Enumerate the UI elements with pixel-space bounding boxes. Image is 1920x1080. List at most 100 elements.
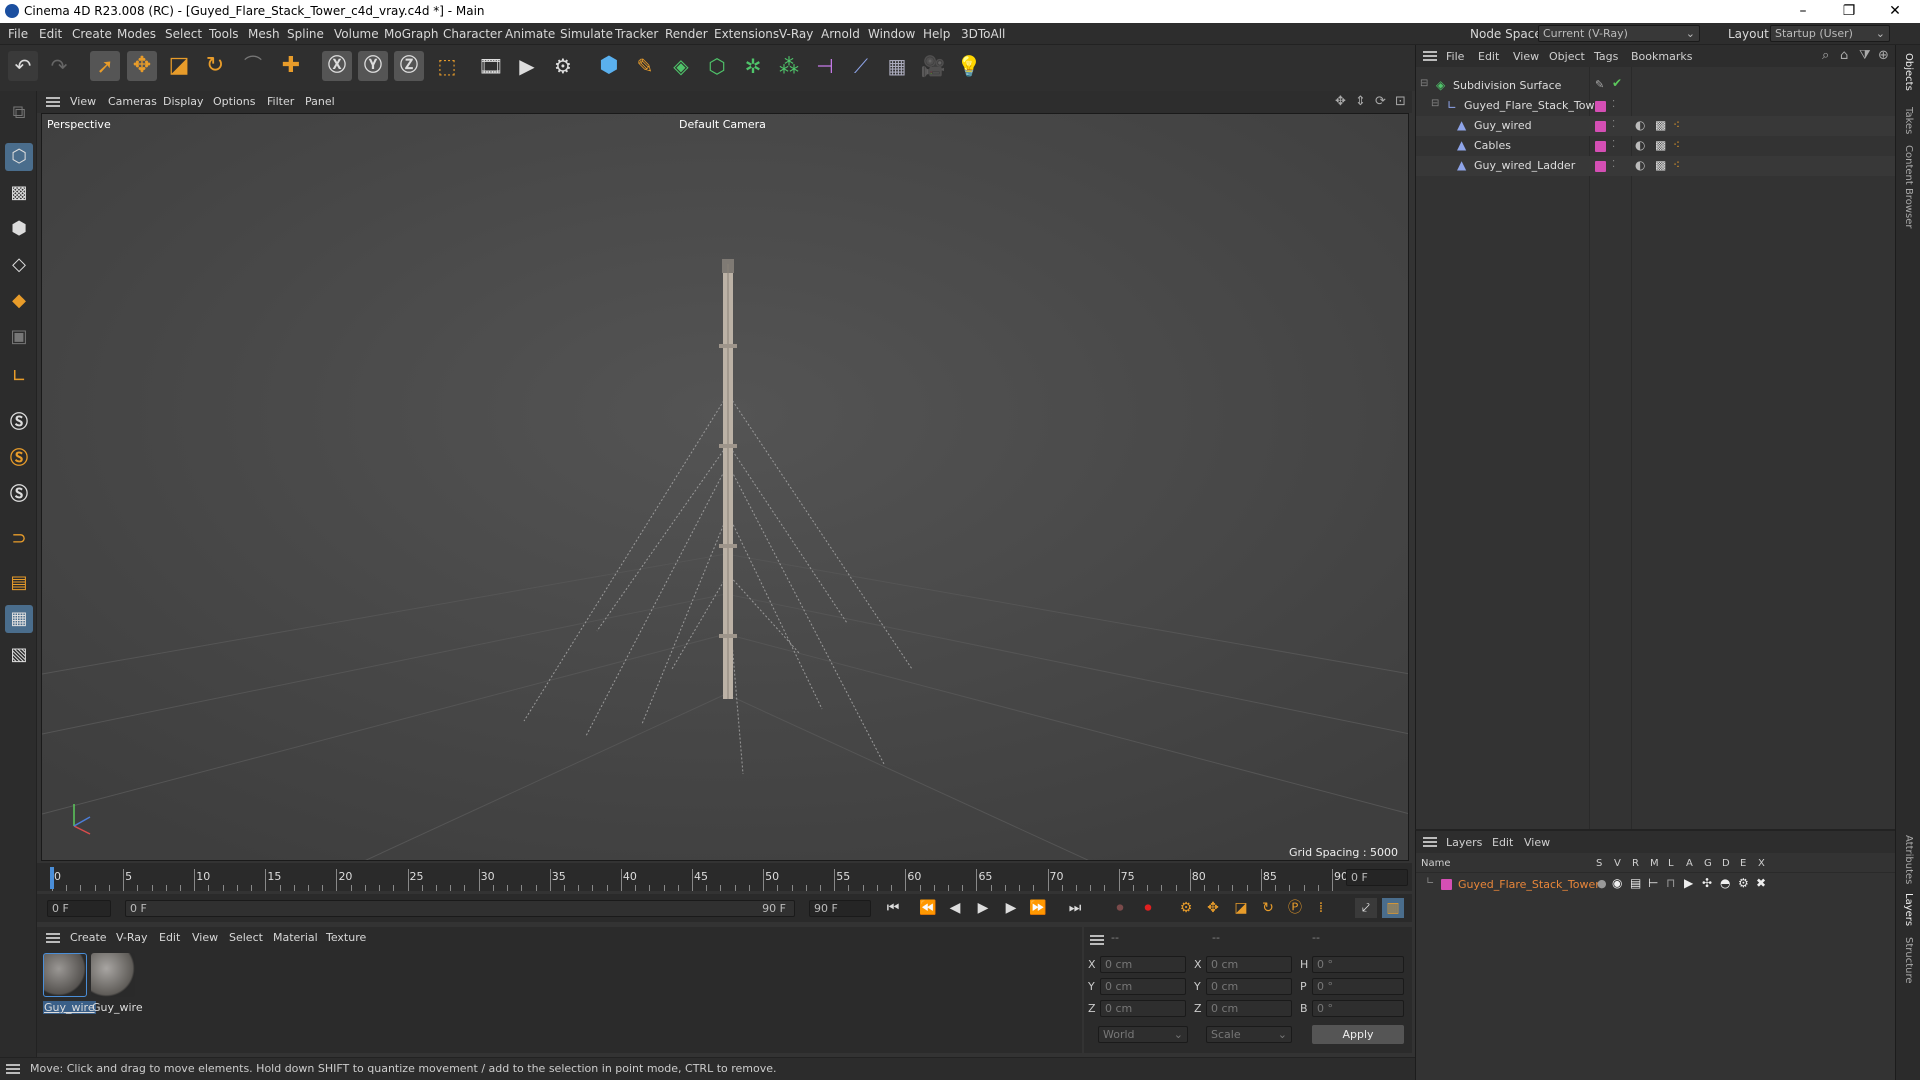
edges-mode-icon[interactable]: ◇ [5,251,33,279]
zoom-view-icon[interactable]: ⇕ [1355,94,1366,109]
menu-modes[interactable]: Modes [117,27,156,41]
menu-vray[interactable]: V-Ray [779,27,813,41]
material-menu-select[interactable]: Select [229,931,263,944]
minimize-icon[interactable]: – [1780,0,1826,23]
coord-rot-h-field[interactable]: 0 ° [1312,956,1404,973]
menu-edit[interactable]: Edit [39,27,62,41]
viewport-menu-display[interactable]: Display [163,95,204,108]
snap-settings-icon[interactable]: Ⓢ [5,445,33,473]
material-label[interactable]: Guy_wire [92,1001,143,1014]
viewport-menu-options[interactable]: Options [213,95,255,108]
rotate-icon[interactable]: ↻ [200,51,230,81]
material-thumbnail[interactable] [43,953,87,997]
flag-expressions[interactable]: E [1740,858,1746,869]
y-axis-lock-icon[interactable]: Ⓨ [358,51,388,81]
layer-menu-view[interactable]: View [1524,836,1550,849]
menu-spline[interactable]: Spline [287,27,324,41]
key-pla-icon[interactable]: ⁞ [1310,898,1332,918]
visibility-dots-icon[interactable]: ⁚ [1612,99,1615,110]
layout-dropdown[interactable]: Startup (User) ⌄ [1770,25,1890,42]
manager-tree-icon[interactable]: ⊢ [1648,876,1658,890]
material-tag-icon[interactable]: ▩ [1655,118,1666,132]
flag-manager[interactable]: M [1650,858,1659,869]
texture-tag-icon[interactable]: ⁖ [1673,138,1680,152]
goto-start-icon[interactable]: ⏮ [882,898,904,918]
apply-button[interactable]: Apply [1312,1025,1404,1044]
menu-tools[interactable]: Tools [209,27,239,41]
menu-mesh[interactable]: Mesh [248,27,280,41]
material-menu-material[interactable]: Material [273,931,318,944]
render-region-icon[interactable]: 🎞 [476,51,506,81]
new-window-icon[interactable]: ⊕ [1878,48,1889,63]
material-label[interactable]: Guy_wire [43,1001,96,1014]
flag-animation[interactable]: A [1686,858,1693,869]
grid-icon[interactable]: ▦ [5,605,33,633]
viewport-menu-view[interactable]: View [70,95,96,108]
coord-pos-z-field[interactable]: 0 cm [1100,1000,1186,1017]
flag-deformers[interactable]: D [1722,858,1730,869]
menu-tracker[interactable]: Tracker [615,27,658,41]
redo-icon[interactable]: ↷ [44,51,74,81]
coordinate-system-icon[interactable]: ⬚ [432,51,462,81]
render-clapper-icon[interactable]: ▤ [1630,876,1641,890]
material-menu-texture[interactable]: Texture [326,931,366,944]
object-row-guy-wired[interactable]: ▲ Guy_wired ⁚ ◐ ▩ ⁖ [1416,116,1896,136]
menu-3dtoall[interactable]: 3DToAll [961,27,1005,41]
layer-color-swatch[interactable] [1595,161,1606,172]
material-thumbnail[interactable] [91,953,135,997]
light-bulb-icon[interactable]: 💡 [954,51,984,81]
x-axis-lock-icon[interactable]: Ⓧ [322,51,352,81]
render-view-icon[interactable]: ▶ [512,51,542,81]
viewport-menu-panel[interactable]: Panel [305,95,335,108]
key-param-icon[interactable]: Ⓟ [1284,898,1306,918]
key-rotation-icon[interactable]: ↻ [1257,898,1279,918]
solo-dot-icon[interactable]: ● [1597,877,1607,890]
timeline-mode-icon[interactable]: ▥ [1382,898,1404,918]
node-space-dropdown[interactable]: Current (V-Ray) ⌄ [1538,25,1700,42]
material-tag-icon[interactable]: ▩ [1655,158,1666,172]
texture-mode-icon[interactable]: ▩ [5,179,33,207]
magnet-icon[interactable]: ⊃ [5,525,33,553]
timeline-ruler[interactable]: 0 5 10 15 20 25 30 35 40 45 50 55 60 65 70 75 80 85 90 0 F [37,863,1412,891]
menu-help[interactable]: Help [923,27,950,41]
obj-menu-object[interactable]: Object [1549,50,1585,63]
menu-render[interactable]: Render [665,27,708,41]
menu-simulate[interactable]: Simulate [560,27,613,41]
material-menu-view[interactable]: View [192,931,218,944]
home-icon[interactable]: ⌂ [1840,48,1848,63]
object-row-guy-wired-ladder[interactable]: ▲ Guy_wired_Ladder ⁚ ◐ ▩ ⁖ [1416,156,1896,176]
coord-space-dropdown[interactable]: World ⌄ [1098,1026,1188,1043]
generator-icon[interactable]: ✣ [1702,876,1712,890]
close-icon[interactable]: ✕ [1872,0,1918,23]
xref-icon[interactable]: ✖ [1756,876,1766,890]
array-icon[interactable]: ⁂ [774,51,804,81]
points-mode-icon[interactable]: ⬢ [5,215,33,243]
hamburger-icon[interactable] [6,1064,20,1074]
z-axis-lock-icon[interactable]: Ⓩ [394,51,424,81]
object-row-subdivision-surface[interactable]: ⊟ ◈ Subdivision Surface ✎ ✔ [1416,76,1896,96]
live-selection-icon[interactable]: ⌒ [238,51,268,81]
key-position-icon[interactable]: ✥ [1202,898,1224,918]
menu-file[interactable]: File [8,27,28,41]
camera-icon[interactable]: 🎥 [918,51,948,81]
undo-icon[interactable]: ↶ [8,51,38,81]
layer-color-swatch[interactable] [1595,141,1606,152]
obj-menu-bookmarks[interactable]: Bookmarks [1631,50,1692,63]
layer-color-swatch[interactable] [1595,121,1606,132]
texture-tag-icon[interactable]: ⁖ [1673,118,1680,132]
obj-menu-tags[interactable]: Tags [1594,50,1618,63]
goto-end-icon[interactable]: ⏭ [1064,898,1086,918]
menu-arnold[interactable]: Arnold [821,27,860,41]
object-row-cables[interactable]: ▲ Cables ⁚ ◐ ▩ ⁖ [1416,136,1896,156]
material-menu-vray[interactable]: V-Ray [116,931,148,944]
material-menu-edit[interactable]: Edit [159,931,180,944]
layer-color-swatch[interactable] [1441,879,1452,890]
flag-render[interactable]: R [1632,858,1639,869]
edit-check-icon[interactable]: ✎ [1595,78,1604,91]
pen-spline-icon[interactable]: ✎ [630,51,660,81]
motion-mode-icon[interactable]: ⤦ [1355,898,1377,918]
record-icon[interactable]: ⏺ [1137,898,1159,918]
layer-menu-layers[interactable]: Layers [1446,836,1482,849]
key-scale-icon[interactable]: ◪ [1230,898,1252,918]
enabled-check-icon[interactable]: ✔ [1612,76,1622,90]
